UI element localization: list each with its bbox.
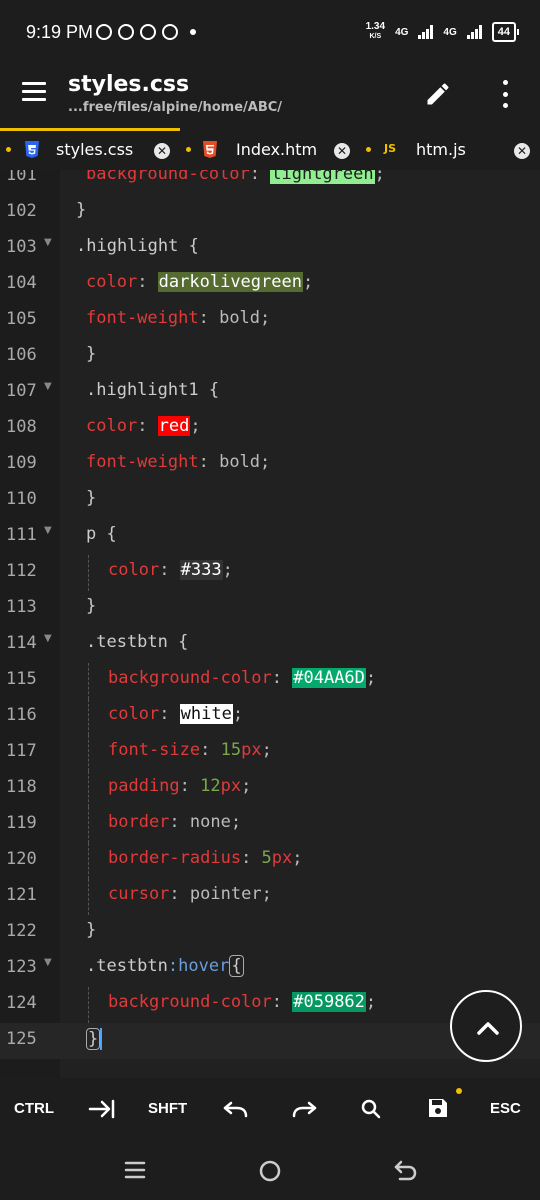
code-line[interactable]: 105 font-weight: bold; xyxy=(0,303,540,339)
js-icon: JS xyxy=(384,142,397,155)
code-line[interactable]: 110 } xyxy=(0,483,540,519)
system-nav-bar xyxy=(0,1140,540,1200)
home-icon[interactable] xyxy=(258,1159,282,1183)
indent-guide xyxy=(88,987,89,1023)
code-line[interactable]: 117 font-size: 15px; xyxy=(0,735,540,771)
code-line[interactable]: 111 ▼ p { xyxy=(0,519,540,555)
indent-guide xyxy=(88,879,89,915)
battery-icon: 44 xyxy=(491,22,520,42)
code-line[interactable]: 108 color: red; xyxy=(0,411,540,447)
code-line[interactable]: 120 border-radius: 5px; xyxy=(0,843,540,879)
css-icon xyxy=(25,141,39,158)
code-line[interactable]: 106 } xyxy=(0,339,540,375)
menu-icon[interactable] xyxy=(22,82,46,101)
indent-guide xyxy=(88,807,89,843)
text-caret xyxy=(100,1028,103,1050)
indent-guide xyxy=(88,843,89,879)
tab-label: styles.css xyxy=(56,140,134,159)
fold-arrow-icon[interactable]: ▼ xyxy=(44,633,52,644)
fold-arrow-icon[interactable]: ▼ xyxy=(44,957,52,968)
fold-arrow-icon[interactable]: ▼ xyxy=(44,525,52,536)
code-line[interactable]: 123 ▼ .testbtn:hover{ xyxy=(0,951,540,987)
file-path: ...free/files/alpine/home/ABC/ xyxy=(68,100,283,115)
scroll-up-button[interactable] xyxy=(450,990,522,1062)
indent-guide xyxy=(88,663,89,699)
esc-key[interactable]: ESC xyxy=(490,1100,521,1117)
indent-guide xyxy=(88,555,89,591)
recent-apps-icon[interactable] xyxy=(124,1159,146,1181)
code-line[interactable]: 112 color: #333; xyxy=(0,555,540,591)
more-options-icon[interactable] xyxy=(498,80,512,108)
status-time: 9:19 PM xyxy=(26,22,94,42)
tab-styles-css[interactable]: styles.css ✕ xyxy=(0,128,180,170)
code-line[interactable]: 119 border: none; xyxy=(0,807,540,843)
modified-dot xyxy=(366,147,371,152)
tab-label: Index.htm xyxy=(236,140,318,159)
undo-icon[interactable] xyxy=(222,1098,250,1120)
fold-arrow-icon[interactable]: ▼ xyxy=(44,381,52,392)
close-icon[interactable]: ✕ xyxy=(334,143,350,159)
code-line[interactable]: 113 } xyxy=(0,591,540,627)
code-line[interactable]: 109 font-weight: bold; xyxy=(0,447,540,483)
html-icon xyxy=(203,141,217,158)
net-type-2: 4G xyxy=(443,26,457,38)
whatsapp-icon xyxy=(96,24,112,40)
chat-icon xyxy=(118,24,134,40)
fold-arrow-icon[interactable]: ▼ xyxy=(44,237,52,248)
chevron-up-icon xyxy=(477,1022,499,1035)
code-line[interactable]: 118 padding: 12px; xyxy=(0,771,540,807)
snapchat-icon xyxy=(140,24,156,40)
tab-index-htm[interactable]: Index.htm ✕ xyxy=(180,128,360,170)
code-line[interactable]: 107 ▼ .highlight1 { xyxy=(0,375,540,411)
code-line[interactable]: 102 } xyxy=(0,195,540,231)
facebook-icon xyxy=(162,24,178,40)
code-line[interactable]: 101 background-color: lightgreen; xyxy=(0,170,540,195)
code-line[interactable]: 104 color: darkolivegreen; xyxy=(0,267,540,303)
indent-guide xyxy=(88,771,89,807)
ctrl-key[interactable]: CTRL xyxy=(14,1100,54,1117)
net-speed: 1.34 K/S xyxy=(365,21,386,41)
unsaved-dot xyxy=(456,1088,462,1094)
code-line[interactable]: 114 ▼ .testbtn { xyxy=(0,627,540,663)
redo-icon[interactable] xyxy=(290,1098,318,1120)
tab-key-icon[interactable] xyxy=(88,1098,116,1120)
close-icon[interactable]: ✕ xyxy=(154,143,170,159)
code-editor[interactable]: 101 background-color: lightgreen; 102 } … xyxy=(0,170,540,1078)
notification-icons xyxy=(96,24,196,40)
more-notifications-icon xyxy=(190,29,196,35)
status-bar: 9:19 PM 1.34 K/S 4G 4G 44 xyxy=(0,0,540,64)
pencil-icon[interactable] xyxy=(424,80,452,108)
signal-icon-2 xyxy=(466,25,482,39)
tab-htm-js[interactable]: JS htm.js ✕ xyxy=(360,128,540,170)
code-line[interactable]: 121 cursor: pointer; xyxy=(0,879,540,915)
code-line[interactable]: 115 background-color: #04AA6D; xyxy=(0,663,540,699)
code-line[interactable]: 116 color: white; xyxy=(0,699,540,735)
signal-icon xyxy=(418,25,434,39)
modified-dot xyxy=(186,147,191,152)
code-line[interactable]: 103 ▼ .highlight { xyxy=(0,231,540,267)
indent-guide xyxy=(88,735,89,771)
tab-label: htm.js xyxy=(416,140,466,159)
file-title: styles.css xyxy=(68,72,190,97)
tab-bar: styles.css ✕ Index.htm ✕ JS htm.js ✕ xyxy=(0,128,540,170)
close-icon[interactable]: ✕ xyxy=(514,143,530,159)
code-line[interactable]: 122 } xyxy=(0,915,540,951)
status-right: 1.34 K/S 4G 4G 44 xyxy=(365,21,520,42)
search-icon[interactable] xyxy=(360,1098,382,1120)
indent-guide xyxy=(88,699,89,735)
save-icon[interactable] xyxy=(428,1098,448,1118)
modified-dot xyxy=(6,147,11,152)
back-icon[interactable] xyxy=(394,1159,418,1181)
shift-key[interactable]: SHFT xyxy=(148,1100,187,1117)
net-type-1: 4G xyxy=(395,26,409,38)
